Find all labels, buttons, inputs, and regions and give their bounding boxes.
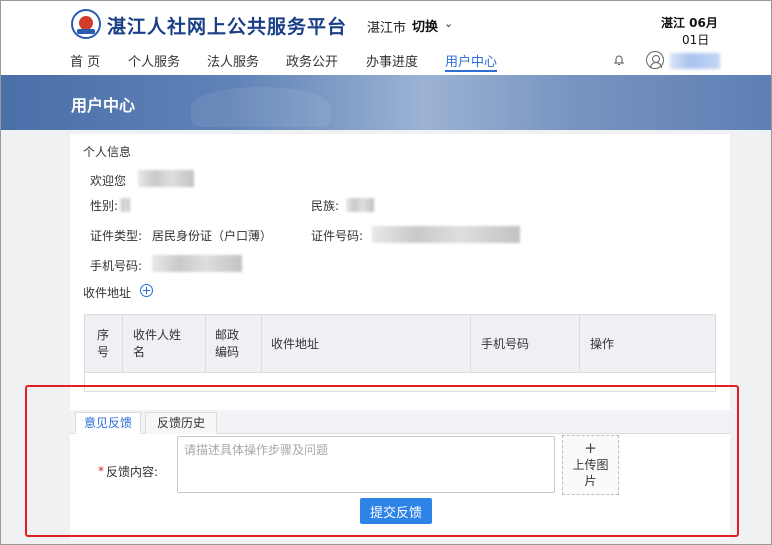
- required-mark: *: [98, 464, 104, 478]
- col-recipient-name: 收件人姓 名: [123, 315, 206, 373]
- col-postal-code: 邮政 编码: [206, 315, 262, 373]
- ethnicity-label: 民族:: [311, 199, 340, 213]
- user-center-panel: 个人信息 欢迎您 性别: 民族: 证件类型: 居民身份证（户口薄） 证件号码: …: [70, 134, 730, 539]
- nav-item-corporate-service[interactable]: 法人服务: [207, 51, 259, 70]
- welcome-name-redacted: [138, 170, 194, 187]
- welcome-label: 欢迎您: [90, 174, 127, 188]
- phone-value-redacted: [152, 255, 242, 272]
- col-address: 收件地址: [262, 315, 471, 373]
- plus-icon: +: [584, 439, 597, 457]
- col-phone: 手机号码: [471, 315, 580, 373]
- id-number-redacted: [372, 226, 520, 243]
- chevron-down-icon[interactable]: ⌄: [444, 17, 453, 30]
- site-logo-icon: [71, 9, 101, 39]
- avatar-icon[interactable]: [646, 51, 664, 69]
- nav-item-personal-service[interactable]: 个人服务: [128, 51, 180, 70]
- date-line-2: 01日: [682, 33, 710, 47]
- address-table-header: 序 号 收件人姓 名 邮政 编码 收件地址 手机号码 操作: [85, 315, 715, 373]
- tab-feedback[interactable]: 意见反馈: [75, 412, 141, 434]
- page-banner: 用户中心: [1, 75, 771, 130]
- ethnicity-value-redacted: [346, 198, 374, 212]
- gender-value-redacted: [120, 198, 130, 212]
- site-title: 湛江人社网上公共服务平台: [107, 16, 348, 38]
- feedback-content-label: 反馈内容:: [106, 465, 159, 479]
- upload-image-button[interactable]: + 上传图片: [562, 435, 619, 495]
- date-line-1: 湛江 06月: [661, 16, 718, 30]
- personal-info-title: 个人信息: [83, 145, 132, 159]
- nav-active-underline: [445, 70, 497, 72]
- nav-item-user-center[interactable]: 用户中心: [445, 51, 497, 70]
- nav-item-progress[interactable]: 办事进度: [366, 51, 418, 70]
- page-title: 用户中心: [71, 96, 136, 115]
- id-type-label: 证件类型:: [90, 229, 143, 243]
- col-index: 序 号: [85, 315, 123, 373]
- username-redacted[interactable]: [670, 53, 720, 69]
- tab-feedback-history[interactable]: 反馈历史: [145, 412, 217, 434]
- upload-image-label: 上传图片: [572, 458, 609, 488]
- id-number-label: 证件号码:: [311, 229, 364, 243]
- id-type-value: 居民身份证（户口薄）: [152, 229, 273, 243]
- nav-item-gov-affairs[interactable]: 政务公开: [286, 51, 338, 70]
- add-address-icon[interactable]: [140, 284, 153, 297]
- address-table: 序 号 收件人姓 名 邮政 编码 收件地址 手机号码 操作: [84, 314, 716, 392]
- address-section-title: 收件地址: [83, 286, 132, 300]
- city-switch-button[interactable]: 切换: [412, 16, 438, 35]
- gender-label: 性别:: [90, 199, 119, 213]
- submit-feedback-button[interactable]: 提交反馈: [360, 498, 432, 524]
- nav-item-home[interactable]: 首 页: [70, 51, 100, 70]
- bell-icon[interactable]: [613, 54, 625, 66]
- current-city: 湛江市: [367, 21, 407, 36]
- feedback-content-input[interactable]: [177, 436, 555, 493]
- phone-label: 手机号码:: [90, 259, 143, 273]
- col-actions: 操作: [590, 337, 615, 351]
